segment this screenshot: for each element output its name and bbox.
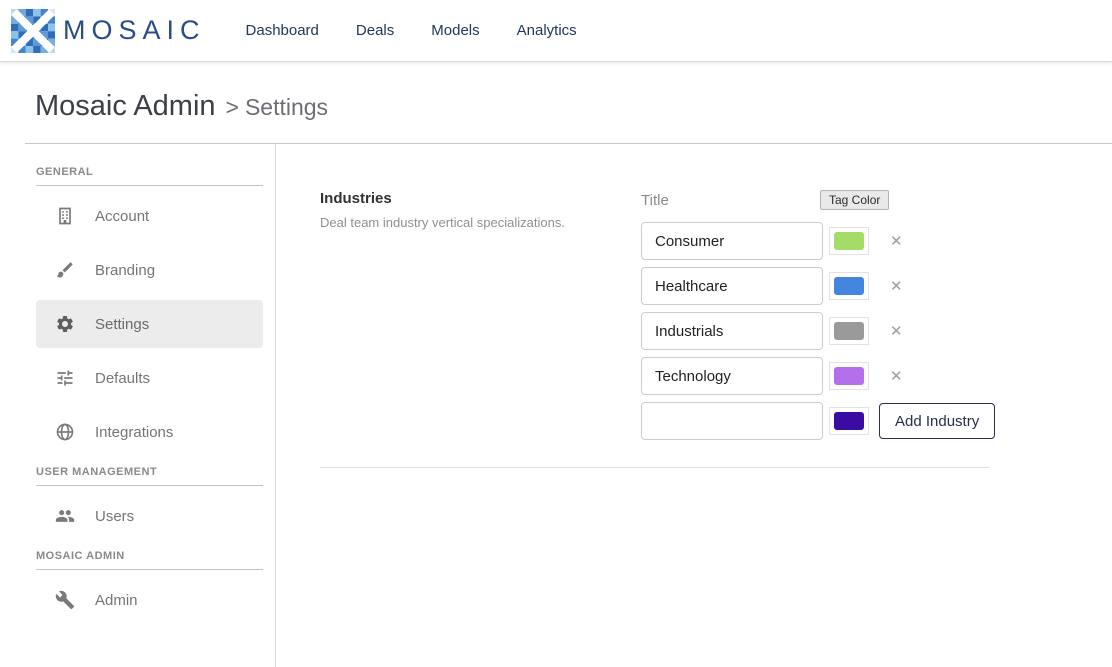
sidebar-section-header: MOSAIC ADMIN (36, 550, 263, 570)
top-navbar: MOSAIC Dashboard Deals Models Analytics (0, 0, 1112, 62)
tag-color-swatch[interactable] (829, 317, 869, 345)
page-header: Mosaic Admin >Settings (0, 62, 1112, 143)
users-icon (55, 506, 75, 526)
tag-color-column-header: Tag Color (820, 190, 889, 210)
tag-color-chip (834, 367, 864, 385)
new-industry-title-input[interactable] (641, 402, 823, 440)
industry-title-input[interactable] (641, 267, 823, 305)
industry-row: ✕ (641, 222, 995, 260)
tag-color-swatch[interactable] (829, 362, 869, 390)
tag-color-chip (834, 412, 864, 430)
brand-logo[interactable]: MOSAIC (10, 9, 206, 53)
mosaic-logo-icon (10, 9, 56, 53)
new-industry-row: Add Industry (641, 402, 995, 440)
sidebar-item-label: Defaults (95, 370, 150, 387)
delete-industry-icon[interactable]: ✕ (890, 279, 903, 294)
section-title: Industries (320, 190, 641, 207)
sidebar: GENERAL Account Branding Settings Defaults In… (0, 144, 276, 667)
globe-icon (55, 422, 75, 442)
industries-list: ✕ ✕ ✕ ✕ Add Industry (641, 222, 995, 440)
sidebar-item-account[interactable]: Account (36, 192, 263, 240)
breadcrumb-separator: > (226, 94, 239, 120)
nav-links: Dashboard Deals Models Analytics (246, 22, 577, 39)
tag-color-swatch[interactable] (829, 407, 869, 435)
delete-industry-icon[interactable]: ✕ (890, 324, 903, 339)
sidebar-item-label: Branding (95, 262, 155, 279)
nav-link-analytics[interactable]: Analytics (517, 22, 577, 39)
sidebar-item-settings[interactable]: Settings (36, 300, 263, 348)
delete-industry-icon[interactable]: ✕ (890, 369, 903, 384)
sidebar-item-defaults[interactable]: Defaults (36, 354, 263, 402)
gear-icon (55, 314, 75, 334)
page-title: Mosaic Admin (35, 90, 216, 122)
sidebar-item-label: Integrations (95, 424, 173, 441)
tag-color-chip (834, 232, 864, 250)
brush-icon (55, 260, 75, 280)
delete-industry-icon[interactable]: ✕ (890, 234, 903, 249)
sidebar-section-header: GENERAL (36, 166, 263, 186)
sidebar-section-header: USER MANAGEMENT (36, 466, 263, 486)
industry-title-input[interactable] (641, 312, 823, 350)
industry-title-input[interactable] (641, 222, 823, 260)
sidebar-item-label: Users (95, 508, 134, 525)
sidebar-item-branding[interactable]: Branding (36, 246, 263, 294)
section-description: Deal team industry vertical specializati… (320, 215, 641, 230)
sidebar-item-label: Admin (95, 592, 138, 609)
tag-color-chip (834, 322, 864, 340)
tag-color-swatch[interactable] (829, 227, 869, 255)
sidebar-item-integrations[interactable]: Integrations (36, 408, 263, 456)
section-divider (320, 467, 990, 468)
brand-name: MOSAIC (63, 15, 206, 46)
nav-link-dashboard[interactable]: Dashboard (246, 22, 319, 39)
sidebar-item-label: Settings (95, 316, 149, 333)
main-content: Industries Deal team industry vertical s… (276, 144, 1112, 667)
sidebar-item-admin[interactable]: Admin (36, 576, 263, 624)
add-industry-button[interactable]: Add Industry (879, 403, 995, 439)
page-subtitle: Settings (245, 94, 328, 120)
tune-icon (55, 368, 75, 388)
industry-row: ✕ (641, 357, 995, 395)
sidebar-item-users[interactable]: Users (36, 492, 263, 540)
building-icon (55, 206, 75, 226)
nav-link-deals[interactable]: Deals (356, 22, 394, 39)
industry-row: ✕ (641, 267, 995, 305)
nav-link-models[interactable]: Models (431, 22, 479, 39)
tools-icon (55, 590, 75, 610)
title-column-header: Title (641, 192, 820, 209)
tag-color-chip (834, 277, 864, 295)
tag-color-swatch[interactable] (829, 272, 869, 300)
industry-row: ✕ (641, 312, 995, 350)
industry-title-input[interactable] (641, 357, 823, 395)
sidebar-item-label: Account (95, 208, 149, 225)
